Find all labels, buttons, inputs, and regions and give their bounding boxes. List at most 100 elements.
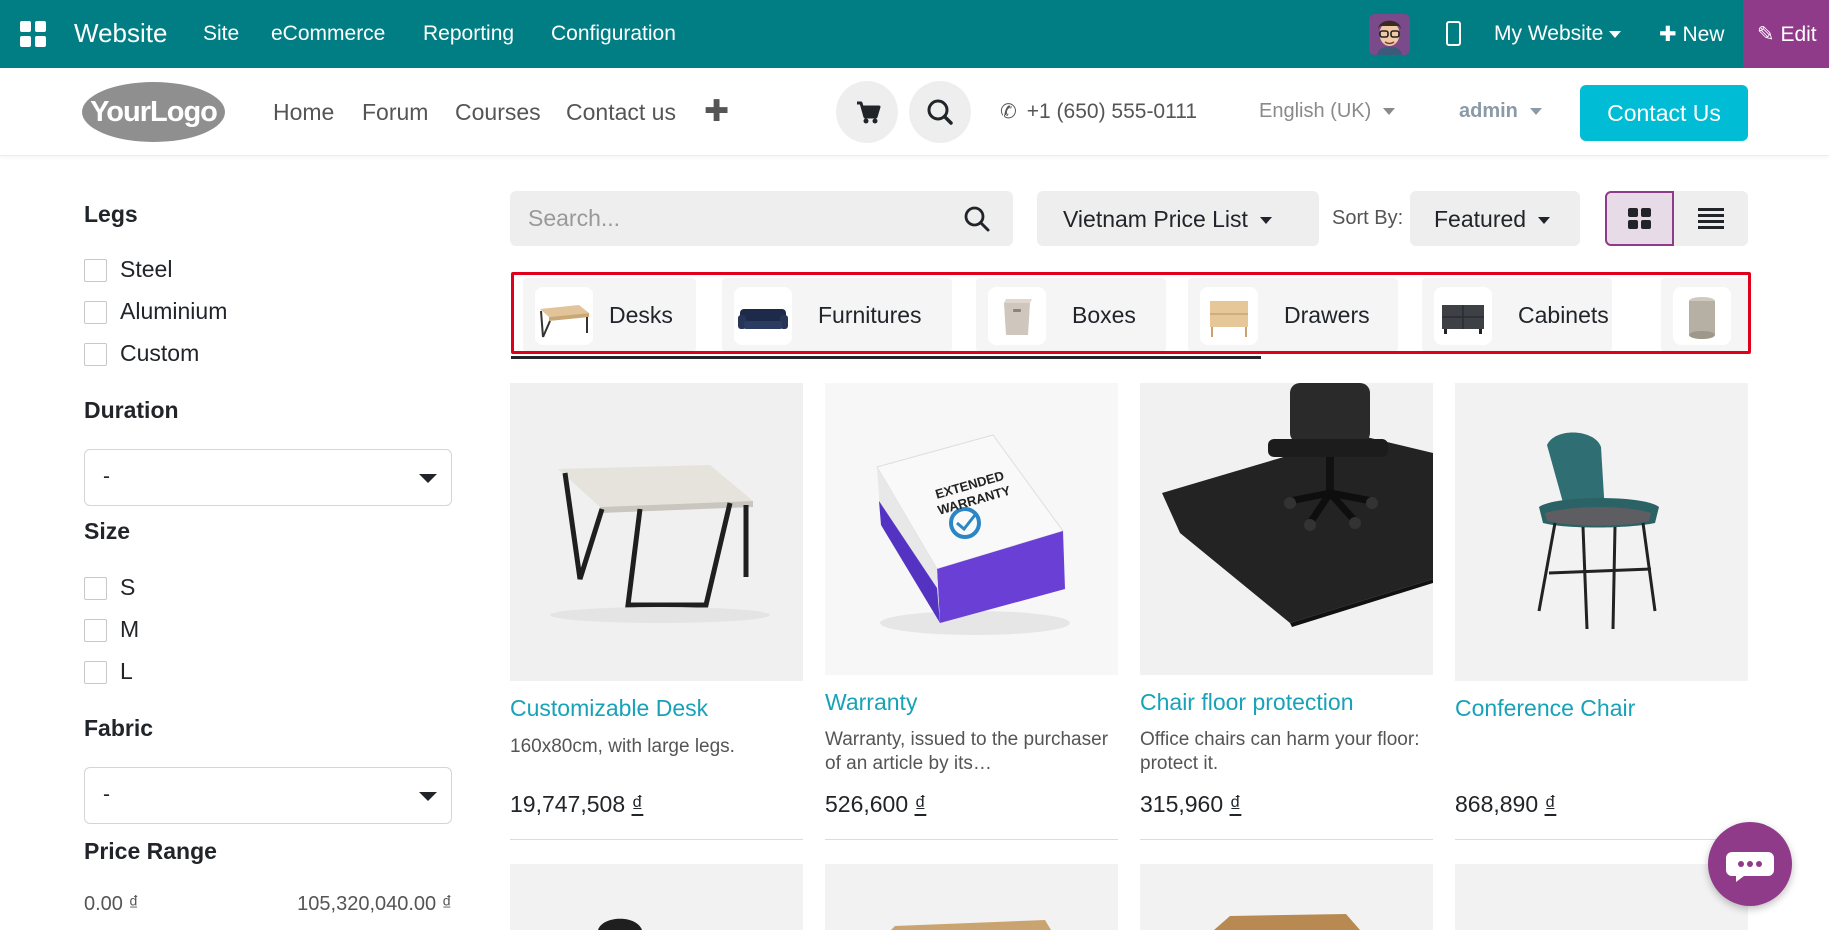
menu-reporting[interactable]: Reporting: [423, 22, 514, 46]
caret-down-icon: [1609, 30, 1622, 38]
product-image-row2[interactable]: [1455, 864, 1748, 930]
product-card[interactable]: EXTENDED WARRANTY Warranty Warranty, iss…: [825, 383, 1118, 843]
plus-icon: ✚: [1659, 23, 1677, 46]
category-furnitures[interactable]: Furnitures: [722, 278, 952, 351]
menu-ecommerce[interactable]: eCommerce: [271, 22, 385, 46]
pricelist-dropdown[interactable]: Vietnam Price List: [1037, 191, 1319, 246]
live-chat-button[interactable]: [1708, 822, 1792, 906]
sort-by-label: Sort By:: [1332, 207, 1404, 229]
product-price: 868,890 ₫: [1455, 791, 1556, 818]
add-menu-item-icon[interactable]: ✚: [704, 94, 729, 129]
checkbox[interactable]: [84, 577, 107, 600]
price-range-max: 105,320,040.00 ₫: [297, 893, 452, 915]
price-amount: 526,600: [825, 791, 909, 817]
product-image[interactable]: [1455, 383, 1748, 681]
apps-menu-icon[interactable]: [20, 21, 46, 47]
list-icon: [1698, 208, 1724, 229]
card-divider: [1140, 839, 1433, 840]
nav-forum[interactable]: Forum: [362, 99, 428, 126]
checkbox-label: Custom: [120, 340, 200, 366]
list-view-button[interactable]: [1674, 191, 1748, 246]
product-name[interactable]: Chair floor protection: [1140, 689, 1354, 716]
product-card[interactable]: Conference Chair 868,890 ₫: [1455, 383, 1748, 843]
category-strip: Desks Furnitures Boxes Drawers Cabinets: [511, 272, 1751, 354]
mobile-preview-icon[interactable]: [1446, 21, 1461, 46]
card-divider: [510, 839, 803, 840]
category-scrollbar[interactable]: [511, 356, 1261, 359]
product-image[interactable]: EXTENDED WARRANTY: [825, 383, 1118, 675]
nav-courses[interactable]: Courses: [455, 99, 541, 126]
category-thumbnail: [535, 287, 593, 345]
product-price: 526,600 ₫: [825, 791, 926, 818]
admin-navbar: Website Site eCommerce Reporting Configu…: [0, 0, 1829, 68]
language-selector[interactable]: English (UK): [1259, 100, 1396, 123]
sort-value: Featured: [1434, 206, 1527, 232]
checkbox[interactable]: [84, 343, 107, 366]
price-amount: 19,747,508: [510, 791, 626, 817]
search-icon[interactable]: [962, 204, 992, 234]
phone-link[interactable]: ✆ +1 (650) 555-0111: [1000, 99, 1197, 124]
edit-button[interactable]: ✎ Edit: [1743, 0, 1829, 68]
card-divider: [825, 839, 1118, 840]
nav-home[interactable]: Home: [273, 99, 334, 126]
fabric-select-value: -: [103, 783, 110, 806]
user-avatar[interactable]: [1369, 14, 1410, 55]
menu-configuration[interactable]: Configuration: [551, 22, 676, 46]
user-menu[interactable]: admin: [1459, 100, 1542, 123]
duration-select[interactable]: -: [84, 449, 452, 506]
category-boxes[interactable]: Boxes: [976, 278, 1166, 351]
category-thumbnail: [988, 287, 1046, 345]
menu-site[interactable]: Site: [203, 22, 239, 46]
category-desks[interactable]: Desks: [523, 278, 696, 351]
checkbox[interactable]: [84, 619, 107, 642]
phone-number: +1 (650) 555-0111: [1026, 100, 1198, 123]
product-search: [510, 191, 1013, 246]
grid-icon: [1628, 208, 1651, 229]
website-switcher-label: My Website: [1494, 22, 1604, 45]
caret-down-icon: [1529, 108, 1542, 116]
category-label: Drawers: [1284, 302, 1370, 328]
category-thumbnail: [734, 287, 792, 345]
product-image-row2[interactable]: [825, 864, 1118, 930]
category-cabinets[interactable]: Cabinets: [1422, 278, 1612, 351]
product-image-row2[interactable]: [510, 864, 803, 930]
category-label: Furnitures: [818, 302, 922, 328]
new-button[interactable]: ✚ New: [1659, 22, 1724, 47]
product-image[interactable]: [510, 383, 803, 681]
caret-down-icon: [419, 792, 437, 801]
sort-dropdown[interactable]: Featured: [1410, 191, 1580, 246]
product-price: 19,747,508 ₫: [510, 791, 643, 818]
user-name: admin: [1459, 100, 1518, 122]
product-name[interactable]: Warranty: [825, 689, 917, 716]
product-image-row2[interactable]: [1140, 864, 1433, 930]
cart-button[interactable]: [836, 81, 898, 143]
search-toggle-button[interactable]: [909, 81, 971, 143]
category-thumbnail: [1434, 287, 1492, 345]
checkbox[interactable]: [84, 661, 107, 684]
currency-symbol: ₫: [1544, 791, 1557, 817]
product-card[interactable]: Chair floor protection Office chairs can…: [1140, 383, 1433, 843]
fabric-select[interactable]: -: [84, 767, 452, 824]
checkbox[interactable]: [84, 301, 107, 324]
price-amount: 315,960: [1140, 791, 1224, 817]
website-switcher[interactable]: My Website: [1494, 22, 1622, 46]
site-logo[interactable]: YourLogo: [82, 82, 225, 142]
search-input[interactable]: [510, 191, 950, 246]
product-name[interactable]: Customizable Desk: [510, 695, 708, 722]
app-brand[interactable]: Website: [74, 18, 167, 49]
contact-us-button[interactable]: Contact Us: [1580, 85, 1748, 141]
category-next-partial[interactable]: [1661, 278, 1748, 351]
product-name[interactable]: Conference Chair: [1455, 695, 1635, 722]
grid-view-button[interactable]: [1605, 191, 1674, 246]
product-card[interactable]: Customizable Desk 160x80cm, with large l…: [510, 383, 803, 843]
category-drawers[interactable]: Drawers: [1188, 278, 1398, 351]
product-description: Office chairs can harm your floor: prote…: [1140, 729, 1420, 774]
phone-icon: ✆: [1000, 101, 1017, 123]
category-label: Desks: [609, 302, 673, 328]
currency-symbol: ₫: [631, 791, 644, 817]
checkbox[interactable]: [84, 259, 107, 282]
product-image[interactable]: [1140, 383, 1433, 675]
filter-size-title: Size: [84, 518, 131, 544]
nav-contact-us[interactable]: Contact us: [566, 99, 676, 126]
category-label: Cabinets: [1518, 302, 1609, 328]
